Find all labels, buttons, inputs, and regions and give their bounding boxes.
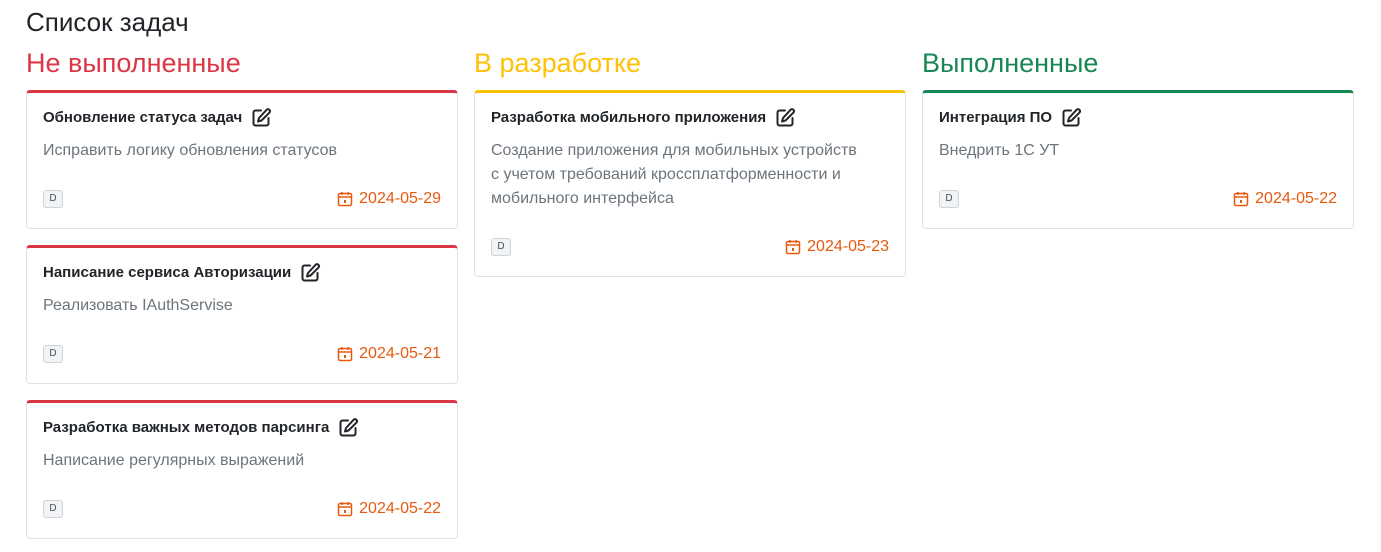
edit-icon[interactable] — [299, 262, 321, 284]
assignee-badge: D — [43, 190, 63, 208]
calendar-icon — [337, 191, 353, 207]
task-card[interactable]: Обновление статуса задач Исправить логик… — [26, 90, 458, 229]
task-description: Создание приложения для мобильных устрой… — [491, 142, 857, 207]
column-done: Выполненные Интеграция ПО Внедрить 1С УТ… — [922, 44, 1354, 245]
task-description: Внедрить 1С УТ — [939, 142, 1060, 159]
edit-icon[interactable] — [774, 107, 796, 129]
assignee-badge: D — [43, 500, 63, 518]
task-description: Написание регулярных выражений — [43, 452, 305, 469]
calendar-icon — [337, 346, 353, 362]
task-title: Интеграция ПО — [939, 109, 1053, 126]
due-date-text: 2024-05-22 — [359, 500, 441, 517]
column-title: Выполненные — [922, 48, 1099, 78]
due-date-text: 2024-05-22 — [1255, 190, 1337, 207]
due-date: 2024-05-23 — [785, 236, 889, 258]
page-title: Список задач — [26, 7, 189, 37]
task-board: Список задач Не выполненные Обновление с… — [0, 0, 1381, 552]
due-date: 2024-05-21 — [337, 343, 441, 365]
calendar-icon — [785, 239, 801, 255]
column-title: В разработке — [474, 48, 642, 78]
column-todo: Не выполненные Обновление статуса задач … — [26, 44, 458, 552]
edit-icon[interactable] — [1060, 107, 1082, 129]
calendar-icon — [337, 501, 353, 517]
assignee-badge: D — [491, 238, 511, 256]
calendar-icon — [1233, 191, 1249, 207]
task-card[interactable]: Интеграция ПО Внедрить 1С УТ D 2024-05-2… — [922, 90, 1354, 229]
assignee-badge: D — [939, 190, 959, 208]
assignee-badge: D — [43, 345, 63, 363]
due-date: 2024-05-29 — [337, 188, 441, 210]
column-title: Не выполненные — [26, 48, 241, 78]
edit-icon[interactable] — [250, 107, 272, 129]
task-card[interactable]: Разработка важных методов парсинга Напис… — [26, 400, 458, 539]
task-description: Реализовать IAuthServise — [43, 297, 233, 314]
edit-icon[interactable] — [337, 417, 359, 439]
task-title: Написание сервиса Авторизации — [43, 264, 292, 281]
task-description: Исправить логику обновления статусов — [43, 142, 337, 159]
task-title: Обновление статуса задач — [43, 109, 243, 126]
task-card[interactable]: Написание сервиса Авторизации Реализоват… — [26, 245, 458, 384]
due-date-text: 2024-05-23 — [807, 238, 889, 255]
due-date: 2024-05-22 — [1233, 188, 1337, 210]
column-in-progress: В разработке Разработка мобильного прило… — [474, 44, 906, 293]
due-date: 2024-05-22 — [337, 498, 441, 520]
due-date-text: 2024-05-29 — [359, 190, 441, 207]
due-date-text: 2024-05-21 — [359, 345, 441, 362]
task-title: Разработка важных методов парсинга — [43, 419, 330, 436]
task-title: Разработка мобильного приложения — [491, 109, 767, 126]
task-card[interactable]: Разработка мобильного приложения Создани… — [474, 90, 906, 277]
